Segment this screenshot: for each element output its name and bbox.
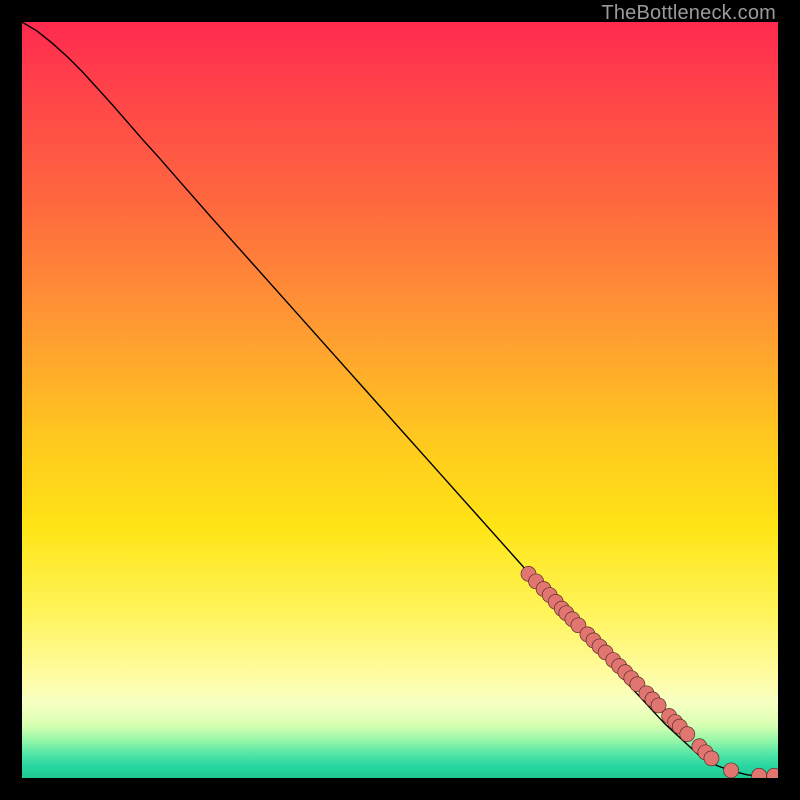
data-point: [704, 751, 719, 766]
data-point: [752, 768, 767, 778]
data-point: [724, 763, 739, 778]
scatter-points: [521, 566, 778, 778]
data-point: [680, 727, 695, 742]
plot-area: [22, 22, 778, 778]
chart-overlay: [22, 22, 778, 778]
data-point: [767, 768, 778, 778]
chart-frame: TheBottleneck.com: [0, 0, 800, 800]
bottleneck-curve: [22, 22, 778, 776]
